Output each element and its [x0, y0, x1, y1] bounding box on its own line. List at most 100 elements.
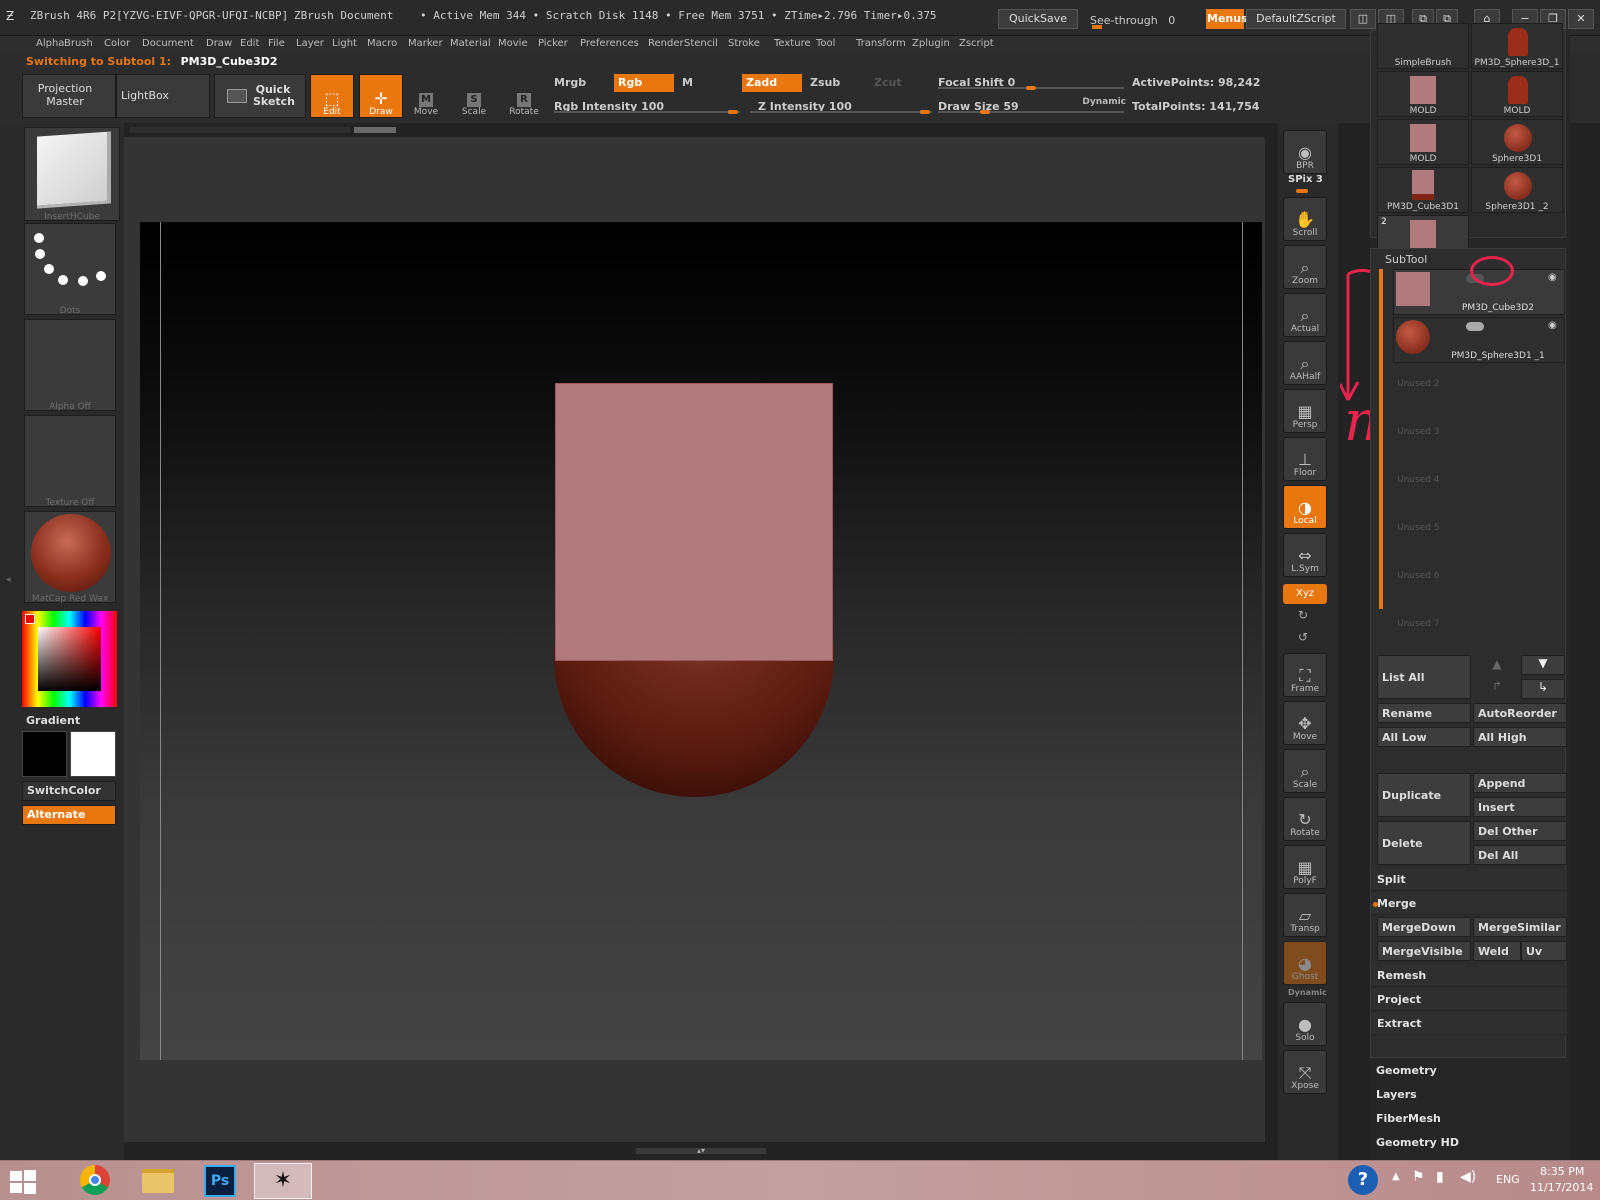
scale-view-button[interactable]: ⌕ Scale	[1283, 749, 1327, 793]
tray-expand-icon[interactable]: ▲	[1392, 1171, 1400, 1182]
menu-document[interactable]: Document	[142, 36, 194, 52]
rotate-y-icon[interactable]: ↻	[1298, 608, 1308, 622]
move-view-button[interactable]: ✥ Move	[1283, 701, 1327, 745]
rotate-z-icon[interactable]: ↺	[1298, 630, 1308, 644]
menu-draw[interactable]: Draw	[206, 36, 232, 52]
lsym-button[interactable]: ⇔ L.Sym	[1283, 533, 1327, 577]
language-indicator[interactable]: ENG	[1496, 1173, 1520, 1186]
move-button[interactable]: M Move	[406, 79, 446, 117]
frame-button[interactable]: ⛶ Frame	[1283, 653, 1327, 697]
scale-button[interactable]: S Scale	[454, 79, 494, 117]
stroke-tile[interactable]: Dots	[24, 223, 116, 316]
bottom-tray-handle[interactable]: ▴▾	[636, 1147, 766, 1155]
cube-mesh[interactable]	[555, 383, 833, 661]
mrgb-button[interactable]: Mrgb	[554, 76, 586, 89]
actual-button[interactable]: ⌕ Actual	[1283, 293, 1327, 337]
all-low-button[interactable]: All Low	[1377, 727, 1471, 747]
close-button[interactable]: ✕	[1568, 9, 1594, 29]
rename-button[interactable]: Rename	[1377, 703, 1471, 723]
menu-file[interactable]: File	[268, 36, 285, 52]
transp-button[interactable]: ▱ Transp	[1283, 893, 1327, 937]
left-tray-handle[interactable]: ◂	[6, 575, 12, 605]
menu-render[interactable]: Render	[648, 36, 684, 52]
switch-color-button[interactable]: SwitchColor	[22, 781, 116, 801]
merge-down-button[interactable]: MergeDown	[1377, 917, 1471, 937]
color-picker[interactable]	[22, 611, 117, 707]
zbrush-taskbar-icon[interactable]: ✶	[254, 1163, 312, 1199]
clock-time[interactable]: 8:35 PM	[1540, 1165, 1584, 1178]
chrome-taskbar-icon[interactable]	[80, 1165, 110, 1195]
tool-thumb[interactable]: PM3D_Cube3D1	[1377, 167, 1469, 213]
append-button[interactable]: Append	[1473, 773, 1567, 793]
menu-alpha[interactable]: Alpha	[36, 36, 64, 52]
tool-thumb[interactable]: Sphere3D1 _2	[1471, 167, 1563, 213]
color-picker-square[interactable]	[38, 627, 101, 691]
draw-button[interactable]: ✛ Draw	[359, 74, 403, 118]
bpr-button[interactable]: ◉ BPR	[1283, 130, 1327, 174]
autoreorder-button[interactable]: AutoReorder	[1473, 703, 1567, 723]
tool-thumb[interactable]: MOLD	[1377, 71, 1469, 117]
ghost-button[interactable]: ◕ Ghost	[1283, 941, 1327, 985]
photoshop-taskbar-icon[interactable]: Ps	[204, 1165, 236, 1197]
menu-macro[interactable]: Macro	[367, 36, 397, 52]
menu-material[interactable]: Material	[450, 36, 491, 52]
menu-texture[interactable]: Texture	[774, 36, 811, 52]
polyf-button[interactable]: ▦ PolyF	[1283, 845, 1327, 889]
tool-section-geometry[interactable]: Geometry	[1376, 1064, 1566, 1077]
eye-icon[interactable]: ◉	[1548, 272, 1557, 283]
merge-similar-button[interactable]: MergeSimilar	[1473, 917, 1567, 937]
menu-layer[interactable]: Layer	[296, 36, 324, 52]
quick-sketch-button[interactable]: Quick Sketch	[214, 74, 306, 118]
tool-section-layers[interactable]: Layers	[1376, 1088, 1566, 1101]
merge-visible-button[interactable]: MergeVisible	[1377, 941, 1471, 961]
merge-header[interactable]: Merge	[1371, 893, 1567, 915]
uv-button[interactable]: Uv	[1521, 941, 1567, 961]
tool-section-fibermesh[interactable]: FiberMesh	[1376, 1112, 1566, 1125]
spix-knob[interactable]	[1296, 189, 1308, 193]
menu-stroke[interactable]: Stroke	[728, 36, 760, 52]
draw-size-slider[interactable]: Draw Size 59 Dynamic	[938, 95, 1126, 117]
all-high-button[interactable]: All High	[1473, 727, 1567, 747]
rotate-button[interactable]: R Rotate	[504, 79, 544, 117]
menu-picker[interactable]: Picker	[538, 36, 568, 52]
menu-transform[interactable]: Transform	[856, 36, 906, 52]
tray-left-toggle[interactable]: ◫	[1350, 9, 1376, 29]
eye-icon[interactable]: ◉	[1548, 320, 1557, 331]
del-other-button[interactable]: Del Other	[1473, 821, 1567, 841]
see-through-slider[interactable]: See-through 0	[1090, 9, 1190, 29]
zcut-button[interactable]: Zcut	[874, 76, 902, 89]
menu-stencil[interactable]: Stencil	[684, 36, 718, 52]
subtool-scrollbar[interactable]	[1379, 269, 1383, 609]
file-explorer-taskbar-icon[interactable]	[142, 1169, 174, 1193]
start-button[interactable]	[8, 1169, 38, 1195]
split-button[interactable]: Split	[1371, 869, 1567, 891]
aahalf-button[interactable]: ⌕ AAHalf	[1283, 341, 1327, 385]
tool-thumb[interactable]: Sphere3D1	[1471, 119, 1563, 165]
menu-brush[interactable]: Brush	[64, 36, 93, 52]
tool-thumb[interactable]: MOLD	[1377, 119, 1469, 165]
flag-icon[interactable]: ⚑	[1412, 1169, 1425, 1185]
scroll-button[interactable]: ✋ Scroll	[1283, 197, 1327, 241]
help-icon[interactable]: ?	[1348, 1165, 1378, 1195]
menu-zplugin[interactable]: Zplugin	[912, 36, 950, 52]
project-button[interactable]: Project	[1371, 989, 1567, 1011]
persp-button[interactable]: ▦ Persp	[1283, 389, 1327, 433]
zoom-button[interactable]: ⌕ Zoom	[1283, 245, 1327, 289]
tool-thumb[interactable]: SimpleBrush	[1377, 23, 1469, 69]
subtool-row[interactable]: PM3D_Sphere3D1 _1 ◉	[1393, 317, 1565, 363]
tool-thumb[interactable]: MOLD	[1471, 71, 1563, 117]
local-button[interactable]: ◑ Local	[1283, 485, 1327, 529]
viewport-canvas[interactable]	[140, 222, 1262, 1060]
rotate-view-button[interactable]: ↻ Rotate	[1283, 797, 1327, 841]
alternate-button[interactable]: Alternate	[22, 805, 116, 825]
tool-section-geometry-hd[interactable]: Geometry HD	[1376, 1136, 1566, 1149]
material-tile[interactable]: MatCap Red Wax	[24, 511, 116, 604]
zadd-button[interactable]: Zadd	[742, 74, 802, 92]
main-color-swatch[interactable]	[22, 731, 67, 777]
move-up-icon[interactable]: ▲	[1475, 657, 1519, 677]
menus-button[interactable]: Menus	[1206, 9, 1248, 29]
floor-button[interactable]: ⊥ Floor	[1283, 437, 1327, 481]
network-icon[interactable]: ▮	[1436, 1169, 1444, 1185]
zsub-button[interactable]: Zsub	[810, 76, 840, 89]
m-button[interactable]: M	[682, 76, 693, 89]
